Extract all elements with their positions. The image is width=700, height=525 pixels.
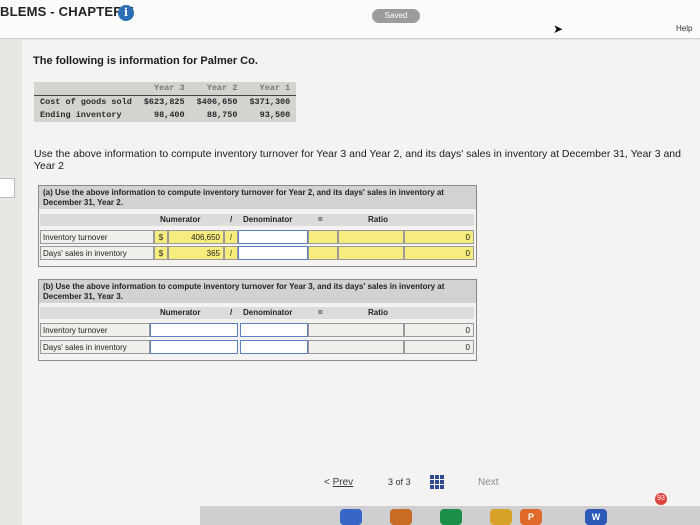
part-b-row2-ratio: 0 [404,340,474,354]
part-a-row2-numerator: 365 [168,246,224,260]
part-a-col-equals: = [318,214,323,226]
top-bar: BLEMS - CHAPTER 5 i Saved ➤ Help [0,0,700,39]
part-a-row1-spacer [338,230,404,244]
part-b-row1-numerator-input[interactable] [150,323,238,337]
mouse-cursor-icon: ➤ [553,22,564,36]
page-indicator: 3 of 3 [388,477,411,487]
given-col-year3: Year 3 [137,82,191,96]
given-row-label: Ending inventory [40,110,122,120]
dock-app-icon[interactable] [440,509,462,525]
part-a-col-ratio: Ratio [368,214,388,226]
part-a-row2-equals-cell [308,246,338,260]
part-b-row1-spacer [308,323,404,337]
dock: P W [200,506,700,525]
part-b-row2-label: Days' sales in inventory [40,340,150,354]
given-cell: $371,300 [249,97,291,107]
next-button[interactable]: Next [478,477,499,488]
part-b-row2-denominator-input[interactable] [240,340,308,354]
part-a-row1-denominator-input[interactable] [238,230,308,244]
dock-app-icon[interactable] [390,509,412,525]
part-a-row2-currency: $ [154,246,168,260]
part-a-col-denominator: Denominator [243,214,293,226]
part-b-col-denominator: Denominator [243,307,293,319]
given-cell: $406,650 [196,97,238,107]
part-a-row2-denominator-input[interactable] [238,246,308,260]
given-col-year2: Year 2 [190,82,244,96]
given-col-year1: Year 1 [243,82,297,96]
given-row-inventory: Ending inventory 98,400 88,750 93,500 [34,109,296,122]
dock-app-icon[interactable] [490,509,512,525]
part-a-row1-label: Inventory turnover [40,230,154,244]
part-b-row1-ratio: 0 [404,323,474,337]
part-a-heading: (a) Use the above information to compute… [39,186,476,209]
part-b-heading: (b) Use the above information to compute… [39,280,476,303]
given-data-table: Year 3 Year 2 Year 1 Cost of goods sold … [34,82,297,122]
part-a-row1-currency: $ [154,230,168,244]
part-b-col-ratio: Ratio [368,307,388,319]
help-link[interactable]: Help [676,24,692,33]
part-a-row2-label: Days' sales in inventory [40,246,154,260]
info-icon[interactable]: i [118,5,134,21]
part-a-row2-ratio: 0 [404,246,474,260]
given-header-row: Year 3 Year 2 Year 1 [34,82,297,96]
part-b-row1-denominator-input[interactable] [240,323,308,337]
dock-word-app-icon[interactable]: W [585,509,607,525]
page-total: 3 [405,477,411,487]
side-tab[interactable] [0,178,15,198]
part-b-col-numerator: Numerator [160,307,201,319]
part-b-row2-spacer [308,340,404,354]
given-row-label: Cost of goods sold [40,97,132,107]
chapter-title: BLEMS - CHAPTER 5 [0,4,135,19]
part-b-row1-label: Inventory turnover [40,323,150,337]
part-b-row2-numerator-input[interactable] [150,340,238,354]
given-cell: 98,400 [154,110,185,120]
part-a-row1-equals-cell [308,230,338,244]
given-row-cogs: Cost of goods sold $623,825 $406,650 $37… [34,96,296,110]
page-of: of [395,477,404,487]
grid-view-icon[interactable] [430,475,444,489]
dock-app-icon[interactable] [340,509,362,525]
dock-p-app-icon[interactable]: P [520,509,542,525]
problem-intro: The following is information for Palmer … [33,55,258,67]
saved-status-badge: Saved [372,9,420,23]
page-current: 3 [388,477,394,487]
given-cell: 88,750 [206,110,238,120]
part-a-row1-slash: / [224,230,238,244]
given-cell: 93,500 [259,110,291,120]
part-a-row1-numerator: 406,650 [168,230,224,244]
part-a-row1-ratio: 0 [404,230,474,244]
part-a-col-numerator: Numerator [160,214,201,226]
given-header-blank [34,82,138,96]
part-b-col-slash: / [230,307,233,319]
part-a-row2-slash: / [224,246,238,260]
pagination: < Prev 3 of 3 Next [320,473,499,493]
part-b-col-equals: = [318,307,323,319]
given-cell: $623,825 [143,97,185,107]
prev-button[interactable]: < Prev [324,477,353,488]
chevron-left-icon: < [324,477,330,488]
instructions-text: Use the above information to compute inv… [34,148,681,172]
notification-badge: 93 [655,493,667,505]
prev-label: Prev [332,477,354,488]
part-a-col-slash: / [230,214,233,226]
part-a-row2-spacer [338,246,404,260]
